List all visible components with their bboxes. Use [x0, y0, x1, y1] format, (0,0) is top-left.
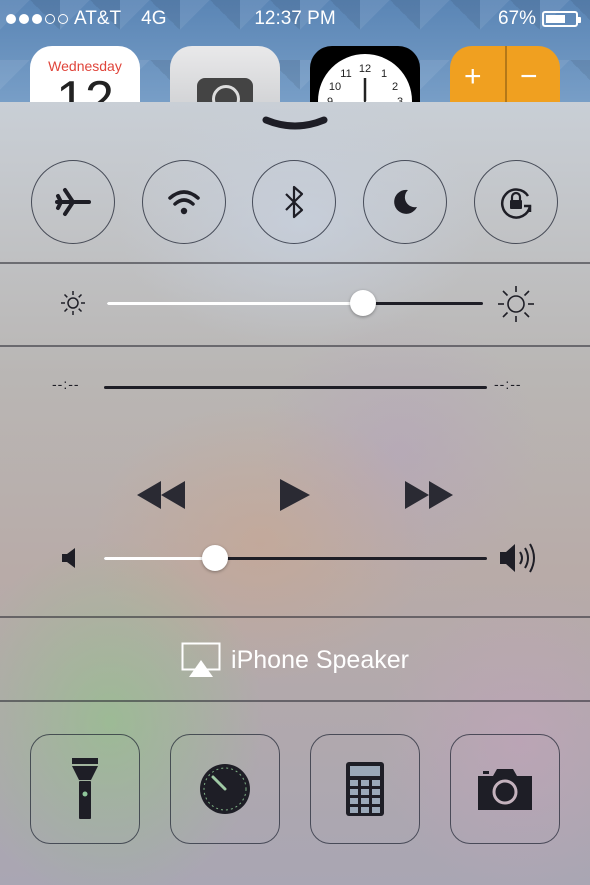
camera-icon: [478, 769, 532, 810]
svg-text:10: 10: [329, 81, 341, 93]
brightness-fill: [107, 302, 363, 305]
brightness-high-icon: [498, 286, 534, 322]
volume-knob[interactable]: [202, 545, 229, 571]
bluetooth-icon: [285, 185, 304, 219]
rewind-button[interactable]: [135, 477, 187, 513]
moon-icon: [394, 189, 417, 214]
dismiss-chevron-icon[interactable]: [262, 116, 328, 130]
airplane-mode-toggle[interactable]: [31, 160, 115, 244]
timer-button[interactable]: [170, 734, 280, 844]
airplay-icon: [181, 642, 221, 677]
remaining-time: --:--: [494, 376, 522, 392]
fast-forward-button[interactable]: [403, 477, 455, 513]
play-button[interactable]: [278, 477, 312, 513]
battery-icon: [542, 11, 581, 27]
timer-icon: [200, 764, 250, 814]
control-center-panel: --:-- --:-- iPhone Speaker: [0, 102, 590, 885]
battery-percent: 67%: [497, 8, 536, 29]
volume-fill: [104, 557, 216, 560]
rotation-lock-icon: [501, 188, 532, 219]
svg-text:12: 12: [359, 63, 371, 75]
do-not-disturb-toggle[interactable]: [363, 160, 447, 244]
airplane-icon: [55, 188, 91, 216]
calculator-button[interactable]: [310, 734, 420, 844]
divider: [0, 616, 590, 618]
divider: [0, 700, 590, 702]
volume-low-icon: [62, 548, 75, 568]
flashlight-button[interactable]: [30, 734, 140, 844]
elapsed-time: --:--: [52, 376, 80, 392]
brightness-knob[interactable]: [349, 290, 376, 316]
svg-text:11: 11: [340, 68, 351, 80]
brightness-slider[interactable]: [107, 290, 483, 316]
playback-scrubber[interactable]: [104, 386, 487, 389]
svg-text:2: 2: [392, 81, 398, 93]
calculator-icon: [346, 762, 384, 816]
wifi-toggle[interactable]: [142, 160, 226, 244]
status-bar: AT&T 4G 12:37 PM 67%: [0, 0, 590, 40]
rotation-lock-toggle[interactable]: [474, 160, 558, 244]
brightness-low-icon: [61, 291, 85, 315]
airplay-label: iPhone Speaker: [231, 645, 409, 674]
divider: [0, 345, 590, 347]
bluetooth-toggle[interactable]: [252, 160, 336, 244]
volume-high-icon: [500, 543, 535, 573]
divider: [0, 262, 590, 264]
flashlight-icon: [72, 758, 98, 819]
airplay-selector[interactable]: iPhone Speaker: [0, 642, 590, 678]
camera-button[interactable]: [450, 734, 560, 844]
wifi-icon: [168, 190, 200, 215]
svg-text:1: 1: [381, 68, 387, 80]
volume-slider[interactable]: [104, 545, 487, 571]
